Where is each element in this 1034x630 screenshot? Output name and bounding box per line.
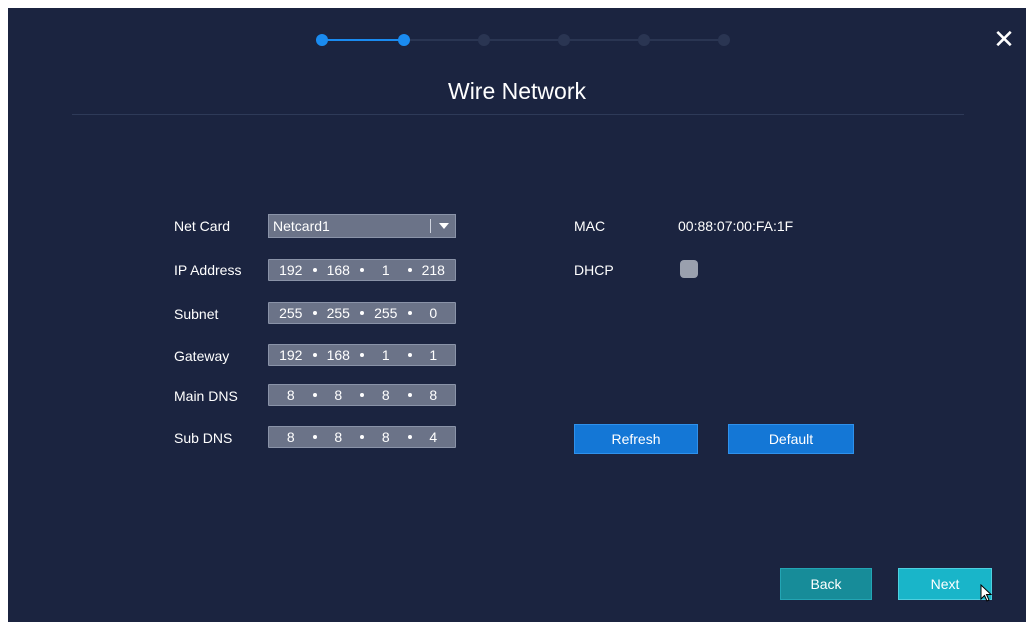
refresh-button[interactable]: Refresh — [574, 424, 698, 454]
sub-dns-octet-1[interactable]: 8 — [269, 429, 313, 445]
step-progress — [316, 30, 736, 50]
step-line-complete — [322, 39, 406, 41]
subnet-field[interactable]: 255 255 255 0 — [268, 302, 456, 324]
next-button[interactable]: Next — [898, 568, 992, 600]
select-divider — [430, 219, 431, 233]
subnet-octet-2[interactable]: 255 — [317, 305, 361, 321]
subnet-octet-1[interactable]: 255 — [269, 305, 313, 321]
sub-dns-field[interactable]: 8 8 8 4 — [268, 426, 456, 448]
net-card-select[interactable]: Netcard1 — [268, 214, 456, 238]
ip-octet-4[interactable]: 218 — [412, 262, 456, 278]
sub-dns-octet-2[interactable]: 8 — [317, 429, 361, 445]
ip-octet-2[interactable]: 168 — [317, 262, 361, 278]
page-title: Wire Network — [447, 78, 586, 104]
gateway-octet-2[interactable]: 168 — [317, 347, 361, 363]
gateway-label: Gateway — [174, 348, 230, 364]
main-dns-field[interactable]: 8 8 8 8 — [268, 384, 456, 406]
dhcp-label: DHCP — [574, 262, 614, 278]
net-card-value: Netcard1 — [273, 218, 330, 234]
default-button[interactable]: Default — [728, 424, 854, 454]
net-card-label: Net Card — [174, 218, 231, 234]
close-icon[interactable]: ✕ — [990, 26, 1018, 54]
sub-dns-octet-3[interactable]: 8 — [364, 429, 408, 445]
chevron-down-icon[interactable] — [439, 223, 449, 229]
subnet-octet-3[interactable]: 255 — [364, 305, 408, 321]
dhcp-checkbox[interactable] — [680, 260, 698, 278]
sub-dns-octet-4[interactable]: 4 — [412, 429, 456, 445]
ip-address-label: IP Address — [174, 262, 242, 278]
gateway-field[interactable]: 192 168 1 1 — [268, 344, 456, 366]
subnet-octet-4[interactable]: 0 — [412, 305, 456, 321]
ip-address-field[interactable]: 192 168 1 218 — [268, 259, 456, 281]
main-dns-octet-2[interactable]: 8 — [317, 387, 361, 403]
main-dns-label: Main DNS — [174, 388, 238, 404]
main-dns-octet-3[interactable]: 8 — [364, 387, 408, 403]
ip-octet-3[interactable]: 1 — [364, 262, 408, 278]
mac-label: MAC — [574, 218, 606, 234]
back-button[interactable]: Back — [780, 568, 872, 600]
step-dot-1 — [316, 34, 328, 46]
sub-dns-label: Sub DNS — [174, 430, 233, 446]
gateway-octet-4[interactable]: 1 — [412, 347, 456, 363]
title-divider — [72, 114, 964, 115]
gateway-octet-3[interactable]: 1 — [364, 347, 408, 363]
mouse-cursor-icon — [980, 584, 992, 602]
mac-value: 00:88:07:00:FA:1F — [678, 218, 794, 234]
step-dot-3 — [478, 34, 490, 46]
main-dns-octet-4[interactable]: 8 — [412, 387, 456, 403]
subnet-label: Subnet — [174, 306, 219, 322]
gateway-octet-1[interactable]: 192 — [269, 347, 313, 363]
step-dot-5 — [638, 34, 650, 46]
step-dot-4 — [558, 34, 570, 46]
step-dot-2 — [398, 34, 410, 46]
ip-octet-1[interactable]: 192 — [269, 262, 313, 278]
step-dot-6 — [718, 34, 730, 46]
main-dns-octet-1[interactable]: 8 — [269, 387, 313, 403]
